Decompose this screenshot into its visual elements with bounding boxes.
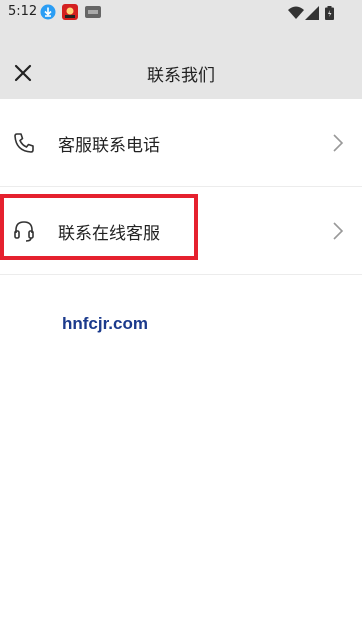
status-bar: 5:12 — [0, 0, 362, 24]
app-badge-icon — [85, 4, 101, 20]
phone-icon — [12, 131, 36, 155]
app-bar: 联系我们 — [0, 24, 362, 99]
list-item-label: 客服联系电话 — [58, 136, 160, 156]
chevron-right-icon — [332, 133, 344, 153]
list-item-customer-service-phone[interactable]: 客服联系电话 — [0, 99, 362, 187]
status-time: 5:12 — [8, 4, 38, 19]
watermark: hnfcjr.com — [62, 314, 148, 333]
app-notification-icon — [62, 4, 78, 20]
signal-icon — [305, 5, 319, 24]
wifi-icon — [288, 5, 304, 24]
download-icon — [40, 4, 56, 20]
highlight-box — [0, 194, 198, 260]
page-title: 联系我们 — [147, 66, 215, 86]
battery-icon — [325, 5, 334, 24]
chevron-right-icon — [332, 221, 344, 241]
